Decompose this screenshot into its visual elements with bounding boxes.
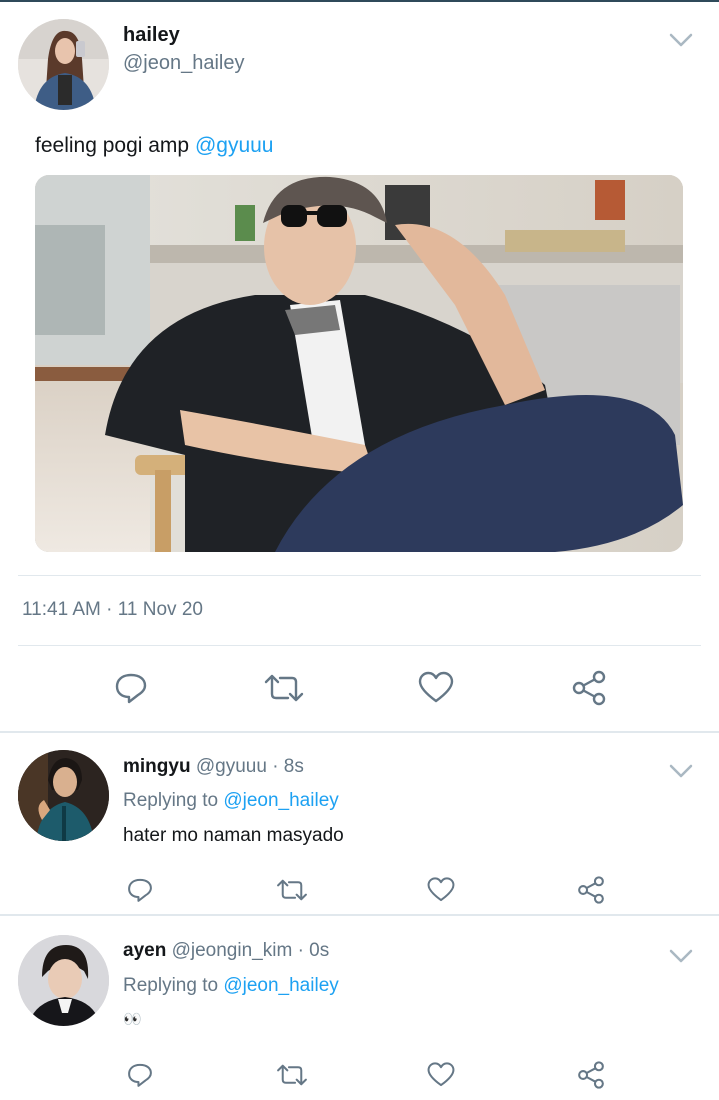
avatar[interactable] bbox=[18, 935, 109, 1026]
avatar-photo bbox=[18, 19, 109, 110]
mention-link[interactable]: @gyuuu bbox=[195, 134, 274, 157]
section-divider bbox=[0, 731, 719, 733]
replying-to-link[interactable]: @jeon_hailey bbox=[223, 790, 338, 811]
share-icon bbox=[572, 670, 606, 706]
share-button[interactable] bbox=[568, 668, 610, 708]
reply-time: · 8s bbox=[272, 756, 304, 777]
retweet-icon bbox=[264, 674, 304, 702]
reply-button[interactable] bbox=[124, 874, 156, 906]
author-handle[interactable]: @jeongin_kim bbox=[172, 940, 293, 961]
retweet-icon bbox=[277, 879, 307, 901]
retweet-icon bbox=[277, 1064, 307, 1086]
reply-header: mingyu @gyuuu · 8s bbox=[123, 756, 304, 778]
author-handle[interactable]: @jeon_hailey bbox=[123, 52, 245, 75]
like-icon bbox=[418, 671, 454, 703]
reply-text: 👀 bbox=[123, 1011, 142, 1028]
section-divider bbox=[0, 914, 719, 916]
avatar-photo bbox=[18, 935, 109, 1026]
replying-prefix: Replying to bbox=[123, 975, 224, 996]
replying-prefix: Replying to bbox=[123, 790, 224, 811]
replying-to-link[interactable]: @jeon_hailey bbox=[223, 975, 338, 996]
like-button[interactable] bbox=[415, 668, 457, 708]
tweet-text: feeling pogi amp @gyuuu bbox=[35, 134, 274, 158]
avatar[interactable] bbox=[18, 750, 109, 841]
tweet-timestamp[interactable]: 11:41 AM · 11 Nov 20 bbox=[22, 599, 203, 621]
share-icon bbox=[578, 1061, 604, 1089]
author-handle[interactable]: @gyuuu bbox=[196, 756, 267, 777]
author-name[interactable]: mingyu bbox=[123, 756, 191, 777]
share-button[interactable] bbox=[575, 874, 607, 906]
like-icon bbox=[427, 877, 455, 902]
like-button[interactable] bbox=[425, 1059, 457, 1091]
like-button[interactable] bbox=[425, 874, 457, 906]
like-icon bbox=[427, 1062, 455, 1087]
reply-icon bbox=[115, 673, 147, 704]
photo-image bbox=[35, 175, 683, 552]
share-button[interactable] bbox=[575, 1059, 607, 1091]
chevron-down-icon[interactable] bbox=[668, 948, 694, 964]
tweet-body: feeling pogi amp bbox=[35, 134, 195, 157]
reply-button[interactable] bbox=[111, 668, 151, 708]
retweet-button[interactable] bbox=[262, 668, 306, 708]
divider bbox=[18, 645, 701, 646]
author-name[interactable]: hailey bbox=[123, 24, 180, 47]
avatar-photo bbox=[18, 750, 109, 841]
top-border bbox=[0, 0, 719, 2]
reply-time: · 0s bbox=[297, 940, 330, 961]
chevron-down-icon[interactable] bbox=[668, 32, 694, 48]
retweet-button[interactable] bbox=[274, 874, 310, 906]
reply-icon bbox=[128, 878, 152, 902]
chevron-down-icon[interactable] bbox=[668, 763, 694, 779]
replying-to: Replying to @jeon_hailey bbox=[123, 975, 339, 997]
divider bbox=[18, 575, 701, 576]
replying-to: Replying to @jeon_hailey bbox=[123, 790, 339, 812]
retweet-button[interactable] bbox=[274, 1059, 310, 1091]
author-name[interactable]: ayen bbox=[123, 940, 166, 961]
share-icon bbox=[578, 876, 604, 904]
avatar[interactable] bbox=[18, 19, 109, 110]
reply-header: ayen @jeongin_kim · 0s bbox=[123, 940, 329, 962]
reply-button[interactable] bbox=[124, 1059, 156, 1091]
reply-text: hater mo naman masyado bbox=[123, 825, 344, 846]
tweet-photo[interactable] bbox=[35, 175, 683, 552]
reply-icon bbox=[128, 1063, 152, 1087]
